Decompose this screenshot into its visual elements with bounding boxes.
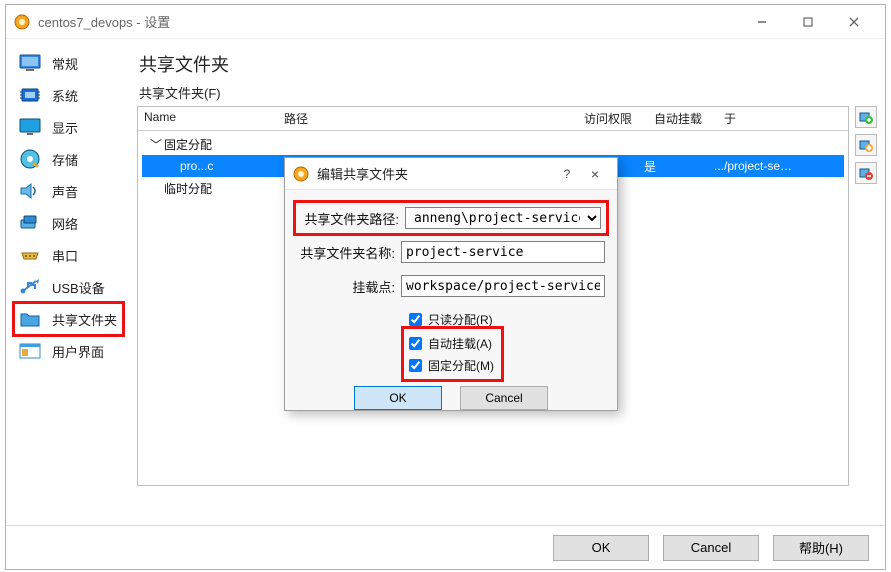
window-frame: centos7_devops - 设置 常规 系统 显示 存储 <box>5 4 886 570</box>
fixed-checkbox[interactable] <box>409 359 422 372</box>
group-label: 固定分配 <box>164 136 304 153</box>
close-button[interactable] <box>831 8 877 36</box>
automount-checkbox-row[interactable]: 自动挂载(A) <box>405 332 494 354</box>
ui-icon <box>18 339 42 363</box>
sidebar-item-ui[interactable]: 用户界面 <box>14 335 123 367</box>
edit-share-dialog: 编辑共享文件夹 ? × 共享文件夹路径: anneng\project-serv… <box>284 157 618 411</box>
readonly-label: 只读分配(R) <box>428 311 493 328</box>
app-icon <box>293 166 309 182</box>
dialog-title: 编辑共享文件夹 <box>317 164 553 183</box>
sidebar-item-audio[interactable]: 声音 <box>14 175 123 207</box>
settings-help-button[interactable]: 帮助(H) <box>773 535 869 561</box>
sidebar-item-system[interactable]: 系统 <box>14 79 123 111</box>
add-share-button[interactable] <box>855 106 877 128</box>
sidebar-item-storage[interactable]: 存储 <box>14 143 123 175</box>
col-access[interactable]: 访问权限 <box>578 107 648 130</box>
name-input[interactable] <box>401 241 605 263</box>
fixed-checkbox-row[interactable]: 固定分配(M) <box>405 354 494 376</box>
dialog-title-bar: 编辑共享文件夹 ? × <box>285 158 617 190</box>
section-caption: 共享文件夹(F) <box>139 83 879 102</box>
col-path[interactable]: 路径 <box>278 107 578 130</box>
readonly-checkbox-row[interactable]: 只读分配(R) <box>405 308 605 330</box>
page-title: 共享文件夹 <box>139 51 879 77</box>
col-name[interactable]: Name <box>138 107 278 130</box>
folder-icon <box>18 307 42 331</box>
sidebar-item-label: USB设备 <box>52 278 105 297</box>
sidebar-item-label: 声音 <box>52 182 78 201</box>
title-bar: centos7_devops - 设置 <box>6 5 885 39</box>
sidebar-item-label: 共享文件夹 <box>52 310 117 329</box>
table-header: Name 路径 访问权限 自动挂载 于 <box>138 107 848 131</box>
dialog-close-button[interactable]: × <box>581 166 609 182</box>
sidebar-item-general[interactable]: 常规 <box>14 47 123 79</box>
minimize-button[interactable] <box>739 8 785 36</box>
sidebar-item-label: 系统 <box>52 86 78 105</box>
cell-auto: 是 <box>644 158 714 175</box>
sidebar-item-label: 显示 <box>52 118 78 137</box>
sidebar-item-label: 网络 <box>52 214 78 233</box>
mount-label: 挂载点: <box>297 277 401 296</box>
chevron-down-icon: ﹀ <box>150 136 164 153</box>
col-at[interactable]: 于 <box>718 107 848 130</box>
disk-icon <box>18 147 42 171</box>
sidebar-item-display[interactable]: 显示 <box>14 111 123 143</box>
automount-checkbox[interactable] <box>409 337 422 350</box>
sidebar-item-network[interactable]: 网络 <box>14 207 123 239</box>
usb-icon <box>18 275 42 299</box>
fixed-label: 固定分配(M) <box>428 357 494 374</box>
dialog-cancel-button[interactable]: Cancel <box>460 386 548 410</box>
network-icon <box>18 211 42 235</box>
dialog-help-button[interactable]: ? <box>553 167 581 181</box>
edit-share-button[interactable] <box>855 134 877 156</box>
display-icon <box>18 115 42 139</box>
path-select[interactable]: anneng\project-service <box>405 207 601 229</box>
sidebar-item-label: 用户界面 <box>52 342 104 361</box>
table-side-toolbar <box>855 106 877 184</box>
monitor-icon <box>18 51 42 75</box>
settings-ok-button[interactable]: OK <box>553 535 649 561</box>
sidebar-item-serial[interactable]: 串口 <box>14 239 123 271</box>
automount-label: 自动挂载(A) <box>428 335 492 352</box>
path-label: 共享文件夹路径: <box>301 209 405 228</box>
maximize-button[interactable] <box>785 8 831 36</box>
sidebar-item-shared-folders[interactable]: 共享文件夹 <box>14 303 123 335</box>
app-icon <box>14 14 30 30</box>
sidebar: 常规 系统 显示 存储 声音 网络 <box>6 39 129 525</box>
dialog-body: 共享文件夹路径: anneng\project-service 共享文件夹名称:… <box>285 190 617 416</box>
settings-cancel-button[interactable]: Cancel <box>663 535 759 561</box>
mount-input[interactable] <box>401 275 605 297</box>
remove-share-button[interactable] <box>855 162 877 184</box>
cell-at: .../project-se… <box>714 159 844 173</box>
sidebar-item-usb[interactable]: USB设备 <box>14 271 123 303</box>
serial-icon <box>18 243 42 267</box>
name-label: 共享文件夹名称: <box>297 243 401 262</box>
chip-icon <box>18 83 42 107</box>
dialog-footer: OK Cancel 帮助(H) <box>6 525 885 569</box>
sidebar-item-label: 存储 <box>52 150 78 169</box>
col-auto[interactable]: 自动挂载 <box>648 107 718 130</box>
group-fixed[interactable]: ﹀ 固定分配 <box>142 133 844 155</box>
sidebar-item-label: 常规 <box>52 54 78 73</box>
readonly-checkbox[interactable] <box>409 313 422 326</box>
sidebar-item-label: 串口 <box>52 246 78 265</box>
speaker-icon <box>18 179 42 203</box>
window-title: centos7_devops - 设置 <box>38 12 739 31</box>
dialog-ok-button[interactable]: OK <box>354 386 442 410</box>
group-label: 临时分配 <box>164 180 304 197</box>
